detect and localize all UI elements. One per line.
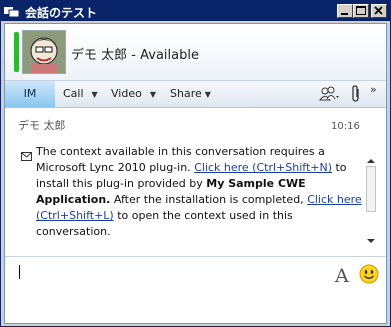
- maximize-button[interactable]: [353, 4, 369, 18]
- contact-header: デモ 太郎 - Available: [5, 24, 386, 80]
- conversation-client: デモ 太郎 - Available IM Call ▼ Video ▼ Share ▼: [4, 23, 387, 324]
- share-label: Share: [170, 87, 202, 100]
- conversation-toolbar: IM Call ▼ Video ▼ Share ▼ »: [5, 80, 386, 108]
- close-button[interactable]: [371, 4, 387, 18]
- font-icon[interactable]: A: [335, 265, 349, 287]
- envelope-icon: [21, 146, 32, 165]
- conversation-history: デモ 太郎 10:16 The context available in thi…: [5, 108, 386, 257]
- chevron-down-icon: ▼: [204, 90, 211, 99]
- attachment-icon[interactable]: [350, 85, 362, 107]
- message-sender: デモ 太郎: [18, 119, 66, 132]
- lync-app-icon: [4, 4, 20, 18]
- name-status-separator: -: [131, 48, 136, 63]
- contact-name-line: デモ 太郎 - Available: [71, 44, 199, 63]
- scroll-down-icon[interactable]: [365, 232, 377, 244]
- chevron-down-icon: ▼: [149, 90, 156, 99]
- message-timestamp: 10:16: [331, 121, 360, 132]
- add-participants-icon[interactable]: [318, 85, 340, 107]
- message-compose-area[interactable]: A: [5, 259, 386, 323]
- chevron-down-icon: ▼: [91, 90, 98, 99]
- title-bar[interactable]: 会話のテスト: [1, 1, 390, 21]
- contact-name: デモ 太郎: [71, 48, 128, 63]
- conversation-window: 会話のテスト デモ 太郎 - Available IM Call ▼ Video…: [0, 0, 391, 327]
- call-button[interactable]: Call ▼: [63, 81, 98, 107]
- share-button[interactable]: Share ▼: [170, 81, 211, 107]
- scroll-up-icon[interactable]: [365, 152, 377, 164]
- minimize-button[interactable]: [337, 4, 353, 18]
- message-body: The context available in this conversati…: [36, 144, 363, 240]
- contact-status: Available: [140, 48, 199, 63]
- avatar[interactable]: [22, 30, 66, 74]
- video-label: Video: [111, 87, 142, 100]
- tab-im[interactable]: IM: [5, 81, 55, 107]
- emoticon-icon[interactable]: [359, 264, 379, 288]
- presence-indicator: [14, 32, 19, 72]
- text-cursor: [19, 265, 20, 279]
- message-text: After the installation is completed,: [110, 193, 308, 206]
- history-scrollbar[interactable]: [365, 152, 377, 244]
- install-plugin-link[interactable]: Click here (Ctrl+Shift+N): [194, 161, 332, 174]
- scrollbar-thumb[interactable]: [366, 166, 376, 212]
- call-label: Call: [63, 87, 84, 100]
- window-title: 会話のテスト: [25, 6, 98, 20]
- overflow-chevron-icon[interactable]: »: [370, 83, 377, 96]
- video-button[interactable]: Video ▼: [111, 81, 156, 107]
